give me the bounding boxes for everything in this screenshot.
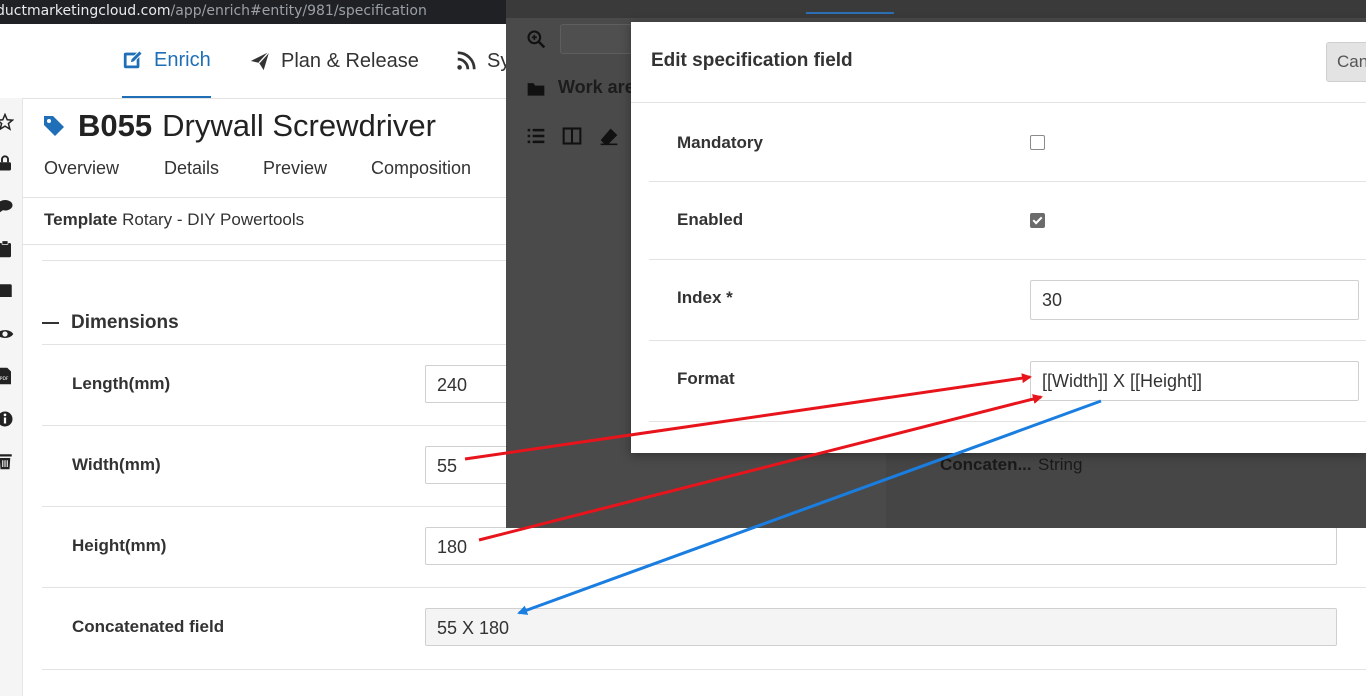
nav-enrich[interactable]: Enrich xyxy=(122,24,211,98)
format-label: Format xyxy=(677,369,735,388)
nav-plan-release[interactable]: Plan & Release xyxy=(249,24,419,98)
tab-composition[interactable]: Composition xyxy=(371,158,471,179)
svg-text:PDF: PDF xyxy=(0,376,9,382)
panel-concat-type: String xyxy=(1038,455,1083,474)
comment-icon[interactable] xyxy=(0,197,16,215)
row-divider xyxy=(42,669,1366,670)
modal-header: Edit specification field Can xyxy=(631,22,1366,103)
template-value: Rotary - DIY Powertools xyxy=(122,210,305,229)
trash-icon[interactable] xyxy=(0,452,16,470)
modal-row-divider xyxy=(649,340,1366,341)
eye-icon[interactable] xyxy=(0,325,16,343)
section-title: Dimensions xyxy=(71,312,179,333)
modal-row-divider xyxy=(649,421,1366,422)
nav-syndicate[interactable]: Sy xyxy=(455,24,510,98)
list-icon[interactable] xyxy=(526,126,546,151)
modal-title: Edit specification field xyxy=(651,50,853,71)
nav-enrich-label: Enrich xyxy=(154,48,211,71)
star-icon[interactable] xyxy=(0,112,16,131)
template-label: Template xyxy=(44,210,118,229)
panel-concat-label: Concaten... xyxy=(940,455,1032,474)
rss-icon xyxy=(457,51,476,70)
work-area-label[interactable]: Work are xyxy=(558,77,635,98)
index-input[interactable]: 30 xyxy=(1030,280,1359,320)
cancel-button[interactable]: Can xyxy=(1326,42,1366,82)
modal-row-divider xyxy=(649,259,1366,260)
active-tab-indicator xyxy=(806,12,894,14)
index-label: Index * xyxy=(677,288,733,307)
nav-plan-release-label: Plan & Release xyxy=(281,49,419,72)
concatenated-label: Concatenated field xyxy=(72,617,225,636)
product-code: B055 xyxy=(78,108,153,143)
row-divider xyxy=(42,587,1366,588)
pdf-icon[interactable]: PDF xyxy=(0,367,16,385)
lock-icon[interactable] xyxy=(0,154,16,172)
enabled-label: Enabled xyxy=(677,210,744,229)
edit-icon xyxy=(123,50,143,69)
eraser-icon[interactable] xyxy=(599,126,619,151)
concatenated-input: 55 X 180 xyxy=(425,608,1337,646)
product-name: Drywall Screwdriver xyxy=(162,108,436,143)
tag-icon xyxy=(44,116,64,136)
tab-details[interactable]: Details xyxy=(164,158,219,179)
folder-icon xyxy=(526,79,546,104)
panel-topbar xyxy=(506,0,1366,18)
collapse-icon xyxy=(42,322,59,324)
template-info: Template Rotary - DIY Powertools xyxy=(44,210,304,230)
format-input[interactable]: [[Width]] X [[Height]] xyxy=(1030,361,1359,401)
tab-overview[interactable]: Overview xyxy=(44,158,119,179)
book-icon[interactable] xyxy=(0,282,16,300)
edit-specification-modal: Edit specification field Can Mandatory E… xyxy=(631,22,1366,453)
enabled-checkbox[interactable] xyxy=(1030,213,1045,228)
mandatory-label: Mandatory xyxy=(677,133,763,152)
modal-row-divider xyxy=(649,181,1366,182)
tab-preview[interactable]: Preview xyxy=(263,158,327,179)
clipboard-icon[interactable] xyxy=(0,240,16,258)
width-label: Width(mm) xyxy=(72,455,161,474)
length-label: Length(mm) xyxy=(72,374,171,393)
paper-plane-icon xyxy=(250,51,270,71)
left-icon-rail xyxy=(0,98,23,696)
dimensions-section-header[interactable]: Dimensions xyxy=(42,312,179,334)
mandatory-checkbox[interactable] xyxy=(1030,135,1045,150)
columns-icon[interactable] xyxy=(562,126,582,151)
product-title: B055 Drywall Screwdriver xyxy=(42,106,436,146)
info-icon[interactable] xyxy=(0,410,16,428)
zoom-icon[interactable] xyxy=(526,29,546,54)
height-label: Height(mm) xyxy=(72,536,167,555)
height-input[interactable]: 180 xyxy=(425,527,1337,565)
url-text: ductmarketingcloud.com/app/enrich#entity… xyxy=(0,3,427,19)
